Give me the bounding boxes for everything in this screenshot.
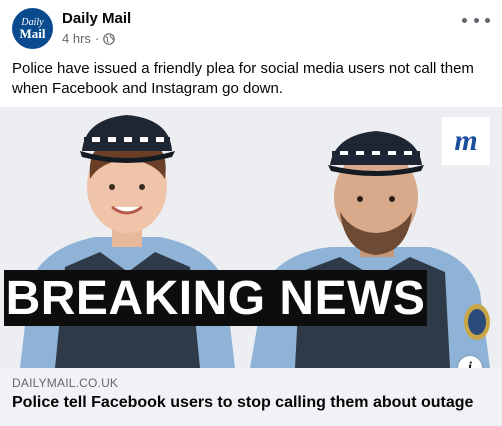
more-options-icon[interactable]	[462, 10, 490, 30]
avatar-line2: Mail	[19, 25, 46, 41]
link-domain: DAILYMAIL.CO.UK	[12, 376, 119, 390]
link-preview[interactable]: DAILYMAIL.CO.UK Police tell Facebook use…	[0, 368, 502, 426]
daily-mail-logo: m	[442, 117, 490, 165]
breaking-news-banner: BREAKING NEWS	[4, 270, 427, 326]
more-dot-2	[473, 17, 479, 23]
link-title[interactable]: Police tell Facebook users to stop calli…	[12, 394, 473, 412]
page-avatar[interactable]: Daily Mail	[12, 8, 53, 49]
page-name-link[interactable]: Daily Mail	[62, 10, 131, 27]
logo-letter: m	[454, 124, 478, 157]
facebook-post: Daily Mail Daily Mail 4 hrs · Police hav…	[0, 0, 502, 426]
post-text: Police have issued a friendly plea for s…	[12, 60, 474, 97]
more-dot-3	[485, 17, 490, 23]
post-meta: 4 hrs ·	[62, 31, 116, 46]
post-image[interactable]: m BREAKING NEWS i	[0, 107, 502, 368]
police-officers-photo	[0, 107, 502, 368]
more-dot-1	[462, 17, 467, 23]
post-timestamp[interactable]: 4 hrs	[62, 31, 91, 46]
globe-icon	[103, 32, 116, 45]
meta-separator: ·	[94, 31, 100, 46]
